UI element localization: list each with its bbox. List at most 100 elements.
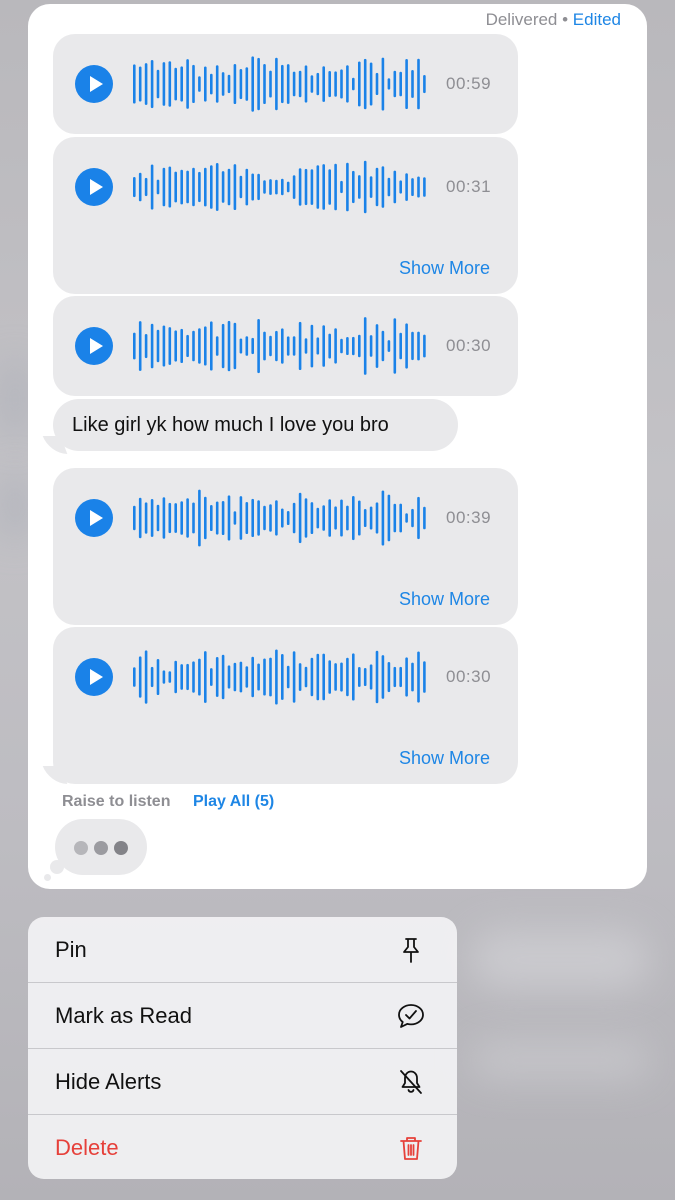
play-icon[interactable] bbox=[75, 65, 113, 103]
menu-item-hide-alerts[interactable]: Hide Alerts bbox=[28, 1049, 457, 1115]
waveform-bar bbox=[310, 657, 314, 697]
waveform-bar bbox=[304, 666, 308, 688]
audio-message[interactable]: 00:59 bbox=[53, 34, 518, 134]
waveform-bar bbox=[328, 660, 331, 694]
waveform-bar bbox=[334, 663, 337, 691]
waveform-bar bbox=[156, 329, 160, 363]
waveform-bar bbox=[245, 168, 249, 206]
waveform-bar bbox=[369, 335, 373, 357]
waveform-bar bbox=[192, 330, 195, 362]
typing-dot bbox=[74, 841, 88, 855]
waveform-bar bbox=[358, 175, 361, 199]
waveform-bar bbox=[215, 65, 219, 103]
waveform-bar bbox=[346, 162, 349, 212]
waveform-bar bbox=[174, 171, 177, 203]
waveform-bar bbox=[168, 166, 172, 208]
waveform-bar bbox=[198, 171, 201, 203]
waveform-bar bbox=[423, 661, 426, 693]
waveform-bar bbox=[298, 70, 302, 98]
waveform-bar bbox=[180, 328, 183, 363]
waveform-bar bbox=[399, 180, 402, 194]
waveform-bar bbox=[275, 57, 278, 111]
waveform-bar bbox=[162, 325, 166, 367]
play-all-button[interactable]: Play All (5) bbox=[193, 793, 274, 811]
delivered-label: Delivered bbox=[485, 10, 558, 29]
show-more-link[interactable]: Show More bbox=[399, 589, 490, 610]
waveform-bar bbox=[263, 64, 266, 104]
text-message-bubble[interactable]: Like girl yk how much I love you bro bbox=[53, 399, 458, 451]
menu-item-mark-as-read[interactable]: Mark as Read bbox=[28, 983, 457, 1049]
waveform-bar bbox=[387, 494, 391, 542]
audio-duration: 00:31 bbox=[446, 177, 492, 196]
waveform-bar bbox=[144, 177, 148, 197]
waveform-bar bbox=[150, 666, 154, 688]
waveform-bar bbox=[310, 502, 314, 534]
waveform-bar bbox=[375, 650, 379, 704]
play-icon[interactable] bbox=[75, 327, 113, 365]
waveform-bar bbox=[275, 330, 278, 362]
audio-message[interactable]: 00:39 Show More bbox=[53, 468, 518, 625]
waveform-bar bbox=[263, 658, 266, 696]
waveform-bar bbox=[138, 321, 142, 371]
waveform-bar bbox=[369, 664, 373, 690]
waveform-bar bbox=[156, 179, 160, 195]
waveform-bar bbox=[186, 663, 189, 691]
waveform-bar bbox=[411, 70, 414, 98]
play-icon[interactable] bbox=[75, 499, 113, 537]
waveform-bar bbox=[393, 70, 397, 98]
menu-item-delete[interactable]: Delete bbox=[28, 1115, 457, 1179]
waveform-bar bbox=[204, 66, 207, 102]
edited-link[interactable]: Edited bbox=[573, 10, 621, 29]
waveform-bar bbox=[221, 323, 225, 369]
waveform-bar bbox=[417, 331, 420, 361]
waveform-bar bbox=[186, 59, 189, 109]
waveform-bar bbox=[192, 661, 195, 693]
waveform-bar bbox=[375, 72, 379, 95]
waveform bbox=[133, 317, 426, 375]
show-more-link[interactable]: Show More bbox=[399, 748, 490, 769]
typing-dot bbox=[114, 841, 128, 855]
waveform bbox=[133, 160, 426, 214]
waveform bbox=[133, 649, 426, 705]
waveform-bar bbox=[168, 502, 172, 534]
waveform-bar bbox=[423, 506, 426, 530]
menu-item-pin[interactable]: Pin bbox=[28, 917, 457, 983]
waveform-bar bbox=[233, 511, 237, 525]
waveform-bar bbox=[381, 166, 385, 208]
show-more-link[interactable]: Show More bbox=[399, 258, 490, 279]
waveform-bar bbox=[156, 504, 160, 532]
waveform-bar bbox=[263, 505, 266, 531]
waveform-bar bbox=[358, 500, 361, 536]
waveform-bar bbox=[387, 177, 391, 197]
waveform-bar bbox=[393, 503, 397, 533]
audio-message[interactable]: 00:30 bbox=[53, 296, 518, 396]
conversation-preview[interactable]: Delivered • Edited 00:59 00:31 Show More… bbox=[28, 4, 647, 889]
audio-message[interactable]: 00:31 Show More bbox=[53, 137, 518, 294]
waveform-bar bbox=[281, 654, 284, 700]
waveform-bar bbox=[316, 72, 320, 96]
waveform-bar bbox=[204, 326, 207, 366]
waveform-bar bbox=[369, 176, 373, 198]
waveform-bar bbox=[292, 175, 296, 199]
waveform-bar bbox=[387, 78, 391, 90]
play-icon[interactable] bbox=[75, 658, 113, 696]
waveform-bar bbox=[417, 496, 420, 540]
waveform-bar bbox=[150, 323, 154, 369]
waveform-bar bbox=[180, 169, 183, 205]
waveform-bar bbox=[346, 337, 349, 355]
waveform-bar bbox=[417, 651, 420, 703]
waveform-bar bbox=[257, 57, 260, 111]
waveform-bar bbox=[210, 668, 213, 686]
waveform-bar bbox=[310, 169, 314, 205]
audio-message[interactable]: 00:30 Show More bbox=[53, 627, 518, 784]
play-icon[interactable] bbox=[75, 168, 113, 206]
waveform-bar bbox=[239, 69, 243, 100]
waveform-bar bbox=[150, 164, 154, 210]
waveform-bar bbox=[133, 64, 136, 104]
waveform-bar bbox=[399, 666, 402, 688]
waveform-bar bbox=[423, 75, 426, 94]
waveform-bar bbox=[204, 651, 207, 703]
waveform-bar bbox=[144, 63, 148, 105]
waveform-bar bbox=[233, 662, 237, 692]
waveform-bar bbox=[251, 337, 254, 355]
